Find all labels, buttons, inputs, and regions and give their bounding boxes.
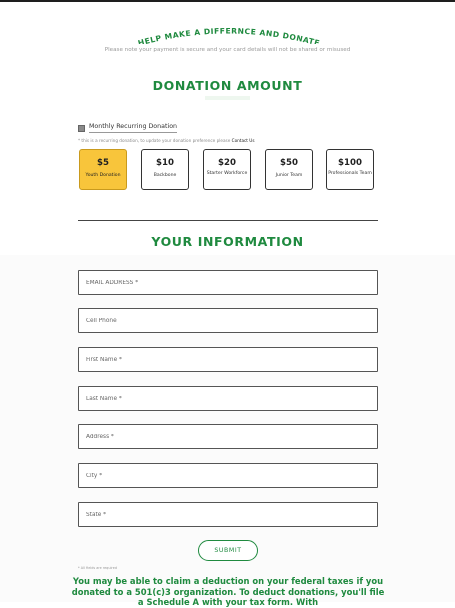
amount-option-10[interactable]: $10 Backbone: [141, 149, 189, 190]
banner-title: HELP MAKE A DIFFERNCE AND DONATE: [137, 26, 321, 44]
amount-label: Professionals Team: [328, 171, 372, 176]
contact-us-link[interactable]: Contact Us: [232, 138, 255, 143]
tax-deduction-note: You may be able to claim a deduction on …: [71, 576, 385, 607]
amount-label: Starter Workforce: [206, 171, 248, 176]
amount-value: $50: [280, 158, 298, 168]
amount-label: Youth Donation: [85, 173, 121, 178]
last-name-field[interactable]: [78, 386, 378, 411]
recurring-note: * this is a recurring donation, to updat…: [78, 138, 255, 143]
city-field[interactable]: [78, 463, 378, 488]
amount-value: $20: [218, 158, 236, 168]
state-field[interactable]: [78, 502, 378, 527]
first-name-field[interactable]: [78, 347, 378, 372]
top-border: [0, 0, 455, 2]
amount-value: $100: [338, 158, 362, 168]
address-field[interactable]: [78, 424, 378, 449]
amount-option-50[interactable]: $50 Junior Team: [265, 149, 313, 190]
recurring-donation-toggle[interactable]: Monthly Recurring Donation: [78, 123, 178, 133]
submit-button[interactable]: SUBMIT: [198, 540, 258, 561]
recurring-note-text: * this is a recurring donation, to updat…: [78, 138, 231, 143]
required-fields-note: * All fields are required: [78, 566, 117, 570]
email-field[interactable]: [78, 270, 378, 295]
your-information-heading: YOUR INFORMATION: [151, 234, 304, 249]
cell-phone-field[interactable]: [78, 308, 378, 333]
amount-label: Backbone: [153, 173, 177, 178]
banner-title-text: HELP MAKE A DIFFERNCE AND DONATE: [137, 26, 321, 44]
svg-text:HELP MAKE A DIFFERNCE AND DONA: HELP MAKE A DIFFERNCE AND DONATE: [137, 26, 321, 44]
amount-value: $10: [156, 158, 174, 168]
amount-value: $5: [97, 158, 109, 168]
recurring-checkbox[interactable]: [78, 124, 85, 132]
donation-amount-heading: DONATION AMOUNT: [152, 78, 303, 93]
amount-option-100[interactable]: $100 Professionals Team: [326, 149, 374, 190]
amount-option-5[interactable]: $5 Youth Donation: [79, 149, 127, 190]
recurring-label: Monthly Recurring Donation: [89, 123, 178, 133]
section-divider: [78, 220, 378, 221]
heading-highlight: [205, 96, 250, 100]
amount-option-20[interactable]: $20 Starter Workforce: [203, 149, 251, 190]
security-note: Please note your payment is secure and y…: [104, 47, 351, 53]
amount-label: Junior Team: [275, 173, 303, 178]
